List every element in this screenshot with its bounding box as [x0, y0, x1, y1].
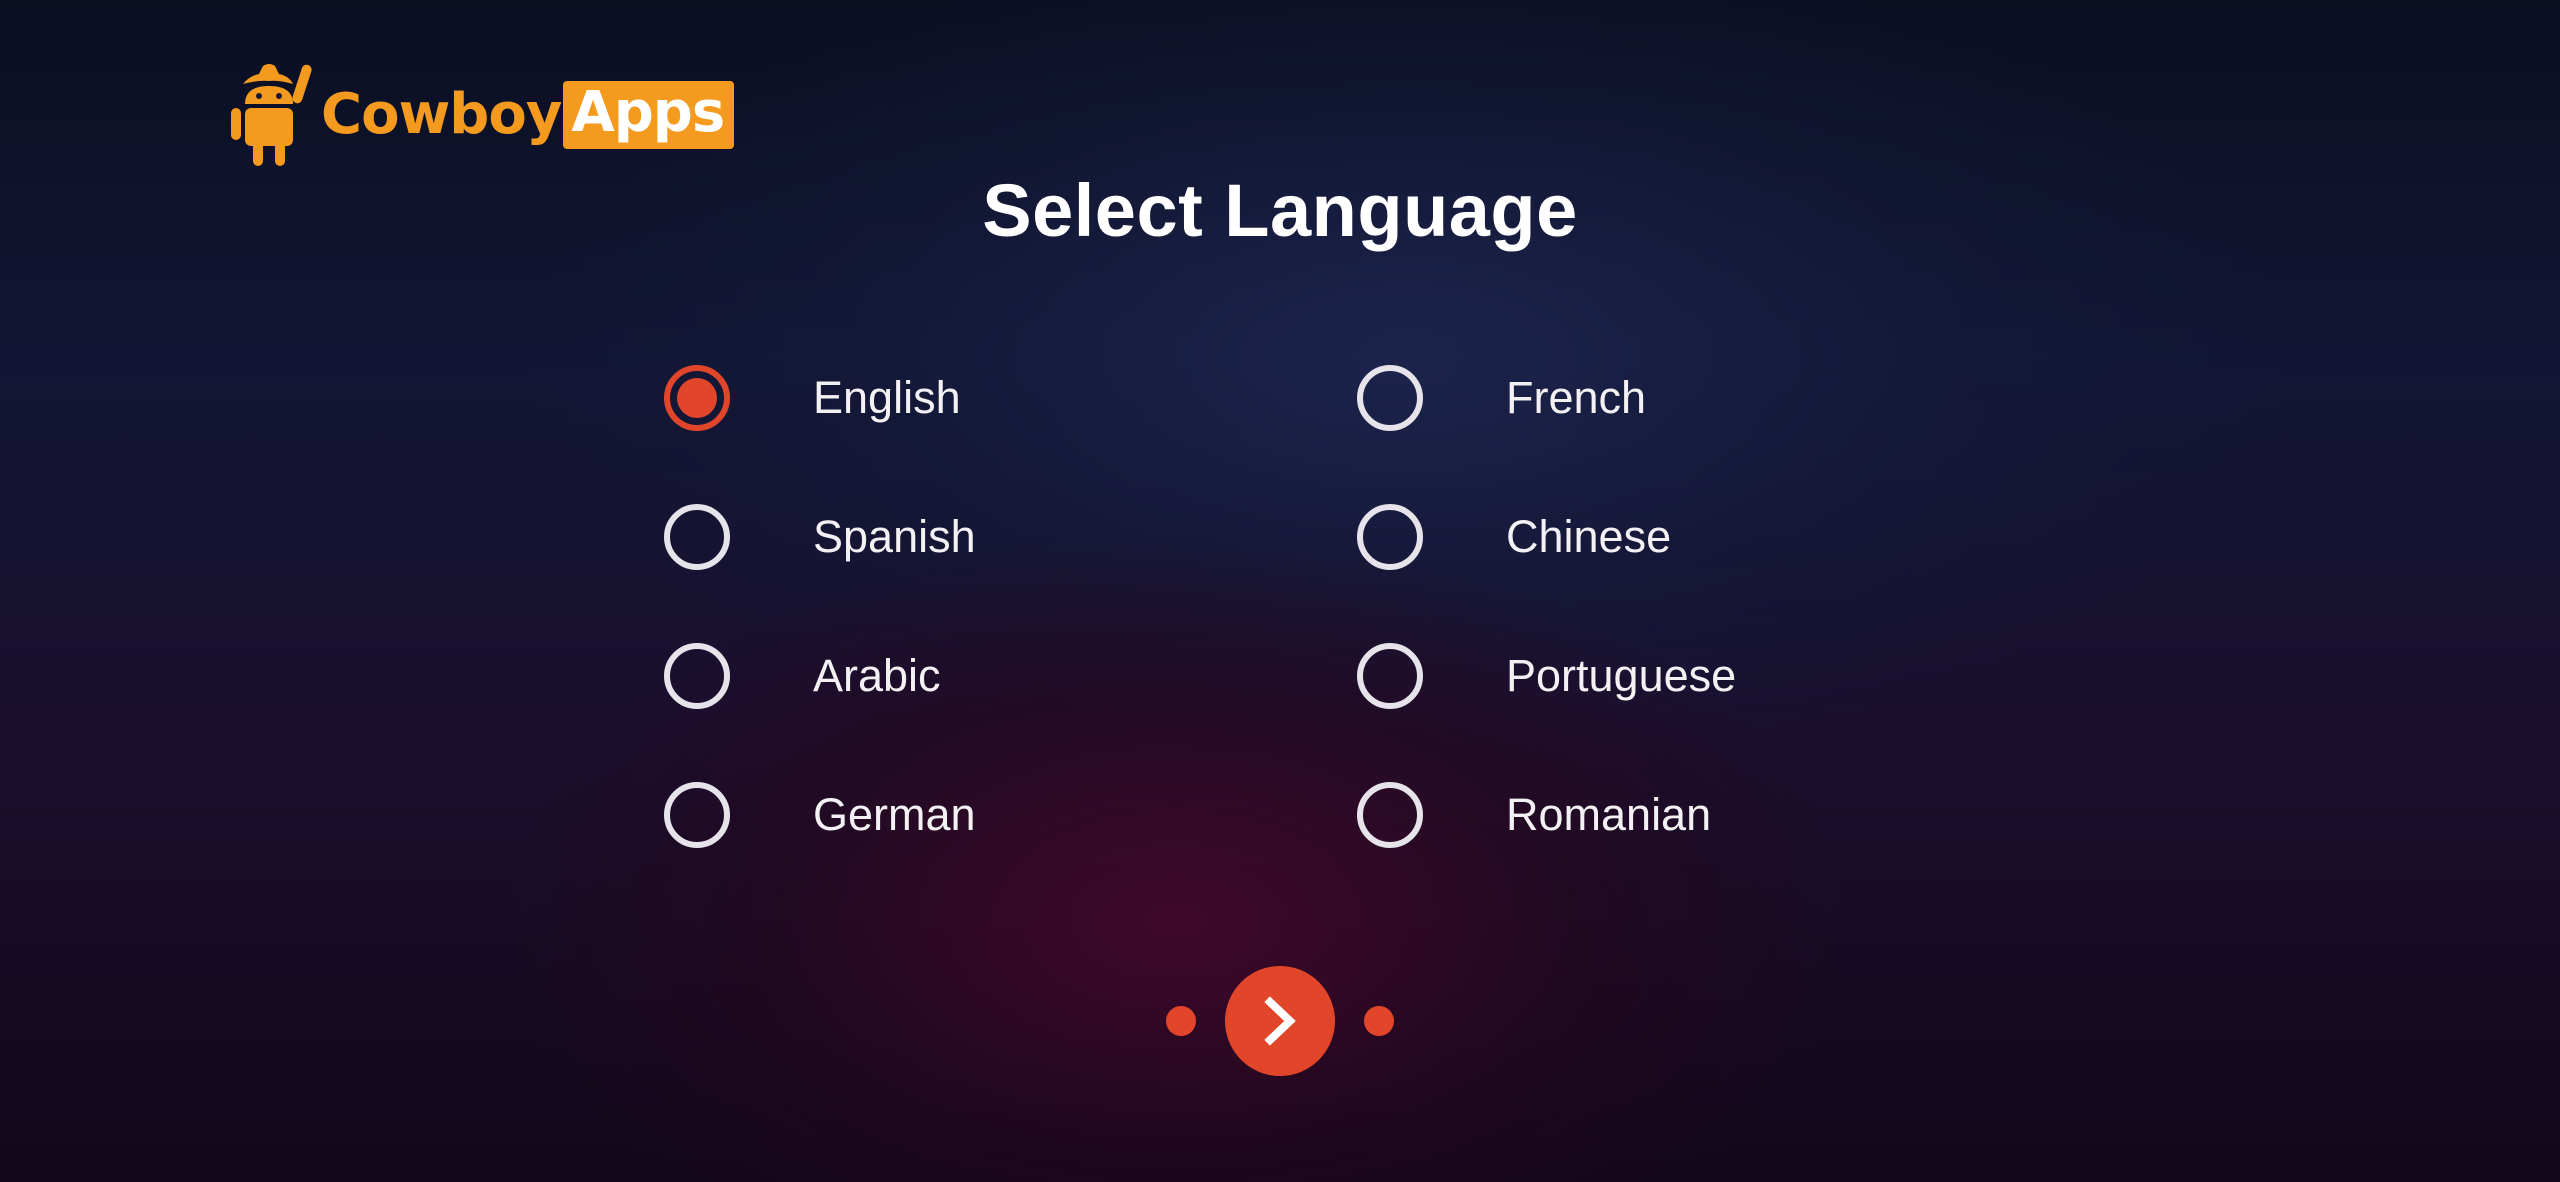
page-indicator-dot-left [1166, 1006, 1196, 1036]
language-option-english[interactable]: English [664, 358, 961, 438]
language-option-spanish[interactable]: Spanish [664, 497, 976, 577]
next-button[interactable] [1225, 966, 1335, 1076]
language-option-german[interactable]: German [664, 775, 976, 855]
language-label: German [813, 789, 976, 840]
radio-button[interactable] [1357, 504, 1423, 570]
radio-button[interactable] [664, 643, 730, 709]
radio-button[interactable] [1357, 782, 1423, 848]
page-title: Select Language [982, 169, 1578, 252]
radio-button[interactable] [1357, 643, 1423, 709]
radio-button[interactable] [1357, 365, 1423, 431]
logo-text-cowboy: Cowboy [321, 82, 562, 147]
language-label: Arabic [813, 650, 941, 701]
radio-button-selected[interactable] [664, 365, 730, 431]
chevron-right-icon [1264, 996, 1296, 1046]
android-cowboy-icon [231, 64, 312, 166]
language-option-arabic[interactable]: Arabic [664, 636, 941, 716]
logo-wordmark: Cowboy Apps [321, 81, 735, 149]
radio-button[interactable] [664, 782, 730, 848]
language-label: Spanish [813, 511, 976, 562]
logo-text-apps: Apps [563, 81, 735, 149]
cowboy-apps-logo: Cowboy Apps [229, 62, 735, 168]
language-label: French [1506, 372, 1647, 423]
language-option-romanian[interactable]: Romanian [1357, 775, 1711, 855]
radio-button[interactable] [664, 504, 730, 570]
language-option-chinese[interactable]: Chinese [1357, 497, 1671, 577]
language-label: Chinese [1506, 511, 1672, 562]
language-option-portuguese[interactable]: Portuguese [1357, 636, 1736, 716]
language-label: Romanian [1506, 789, 1712, 840]
language-label: Portuguese [1506, 650, 1737, 701]
language-option-french[interactable]: French [1357, 358, 1646, 438]
page-indicator-dot-right [1364, 1006, 1394, 1036]
language-label: English [813, 372, 961, 423]
